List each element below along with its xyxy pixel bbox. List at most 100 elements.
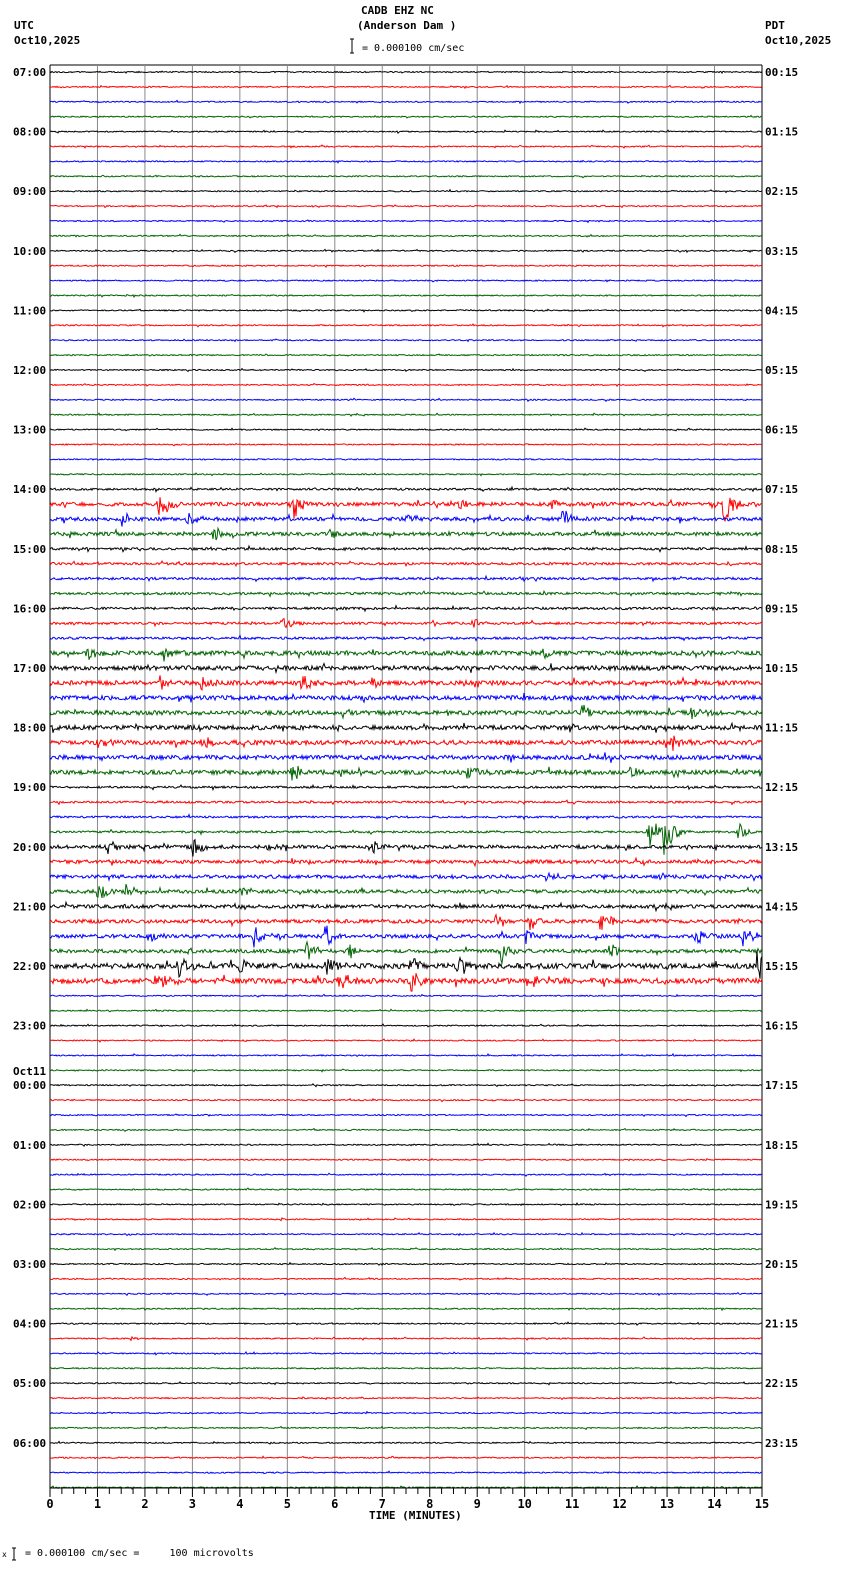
seismic-trace-91 (49, 1425, 763, 1431)
seismic-trace-5 (49, 144, 763, 149)
pdt-hour-label: 12:15 (765, 781, 798, 794)
seismic-trace-56 (49, 900, 763, 913)
seismic-trace-41 (49, 675, 763, 692)
seismic-trace-28 (49, 485, 763, 493)
seismic-trace-57 (49, 913, 763, 931)
x-tick-label: 4 (236, 1497, 243, 1511)
x-tick-label: 0 (46, 1497, 53, 1511)
utc-hour-label: 05:00 (13, 1377, 46, 1390)
seismic-trace-80 (49, 1261, 763, 1266)
seismic-trace-48 (49, 783, 763, 792)
seismic-trace-58 (49, 925, 763, 948)
seismic-trace-9 (49, 204, 763, 209)
pdt-hour-label: 05:15 (765, 364, 798, 377)
utc-hour-label: 19:00 (13, 781, 46, 794)
seismic-trace-94 (49, 1470, 763, 1475)
seismic-trace-6 (49, 159, 763, 164)
seismic-trace-36 (50, 604, 763, 613)
seismic-trace-69 (49, 1097, 763, 1103)
seismic-trace-85 (49, 1335, 763, 1342)
seismic-trace-7 (49, 174, 763, 179)
seismic-trace-71 (49, 1127, 763, 1132)
seismic-trace-54 (49, 871, 763, 883)
pdt-hour-label: 21:15 (765, 1318, 798, 1331)
utc-hour-label: 14:00 (13, 483, 46, 496)
seismic-trace-33 (49, 560, 763, 568)
seismic-trace-37 (49, 617, 763, 629)
seismic-trace-42 (49, 692, 763, 704)
scale-bar-icon (12, 38, 354, 1561)
pdt-hour-label: 10:15 (765, 662, 798, 675)
pdt-hour-label: 08:15 (765, 543, 798, 556)
seismic-trace-21 (49, 382, 763, 388)
seismic-trace-16 (49, 308, 763, 313)
seismic-trace-87 (49, 1366, 763, 1371)
seismic-trace-72 (49, 1142, 763, 1148)
x-tick-label: 5 (284, 1497, 291, 1511)
pdt-hour-label: 14:15 (765, 900, 798, 913)
utc-hour-label: 10:00 (13, 245, 46, 258)
seismic-trace-27 (49, 472, 763, 477)
seismic-trace-1 (49, 84, 763, 90)
utc-hour-label: 04:00 (13, 1318, 46, 1331)
seismic-trace-25 (49, 442, 763, 447)
seismic-trace-49 (49, 799, 763, 806)
pdt-hour-label: 09:15 (765, 602, 798, 615)
seismic-trace-12 (49, 248, 763, 254)
pdt-hour-label: 20:15 (765, 1258, 798, 1271)
seismic-trace-60 (49, 950, 763, 979)
pdt-hour-label: 03:15 (765, 245, 798, 258)
seismic-trace-26 (49, 457, 763, 461)
seismic-trace-44 (49, 721, 763, 733)
seismic-trace-81 (49, 1276, 763, 1281)
seismic-trace-67 (49, 1068, 763, 1073)
date-change-label: Oct11 (13, 1065, 46, 1078)
seismic-trace-31 (49, 526, 763, 541)
x-tick-label: 7 (379, 1497, 386, 1511)
pdt-hour-label: 15:15 (765, 960, 798, 973)
seismic-trace-51 (49, 822, 763, 855)
helicorder-plot: 0 1 2 3 4 5 6 7 8 9 10 11 12 13 14 15 07:00 00:1508:00 01… (12, 38, 798, 1561)
seismic-trace-14 (49, 278, 763, 283)
seismic-trace-52 (49, 838, 763, 857)
seismic-trace-83 (49, 1307, 763, 1312)
seismic-trace-64 (49, 1023, 763, 1028)
utc-hour-label: 09:00 (13, 185, 46, 198)
pdt-hour-label: 17:15 (765, 1079, 798, 1092)
pdt-hour-label: 04:15 (765, 304, 798, 317)
seismic-trace-63 (49, 1008, 763, 1013)
utc-hour-label: 13:00 (13, 424, 46, 437)
seismic-trace-65 (49, 1038, 763, 1043)
utc-hour-label: 12:00 (13, 364, 46, 377)
x-tick-label: 9 (474, 1497, 481, 1511)
seismic-trace-50 (49, 813, 763, 821)
seismic-trace-70 (49, 1113, 763, 1118)
utc-hour-label: 16:00 (13, 602, 46, 615)
seismic-trace-88 (49, 1380, 763, 1386)
seismic-trace-18 (49, 338, 763, 343)
seismic-trace-61 (49, 973, 763, 992)
utc-hour-label: 21:00 (13, 900, 46, 913)
pdt-hour-label: 13:15 (765, 841, 798, 854)
seismic-trace-32 (49, 544, 763, 553)
utc-hour-label: 06:00 (13, 1437, 46, 1450)
seismic-trace-79 (49, 1246, 763, 1252)
seismic-trace-55 (49, 883, 763, 899)
utc-hour-label: 00:00 (13, 1079, 46, 1092)
seismic-trace-17 (49, 323, 763, 328)
seismic-trace-78 (49, 1231, 763, 1237)
seismic-trace-84 (49, 1321, 763, 1326)
x-tick-label: 15 (755, 1497, 769, 1511)
seismic-trace-13 (49, 264, 763, 268)
x-tick-label: 14 (707, 1497, 721, 1511)
pdt-hour-label: 06:15 (765, 424, 798, 437)
seismic-trace-46 (49, 752, 763, 763)
seismic-trace-4 (49, 129, 763, 134)
seismic-trace-8 (49, 188, 763, 194)
seismic-trace-20 (49, 367, 763, 373)
seismic-trace-66 (49, 1052, 763, 1058)
utc-hour-label: 15:00 (13, 543, 46, 556)
seismic-trace-62 (49, 993, 763, 998)
seismic-trace-0 (49, 70, 763, 75)
x-tick-label: 1 (94, 1497, 101, 1511)
